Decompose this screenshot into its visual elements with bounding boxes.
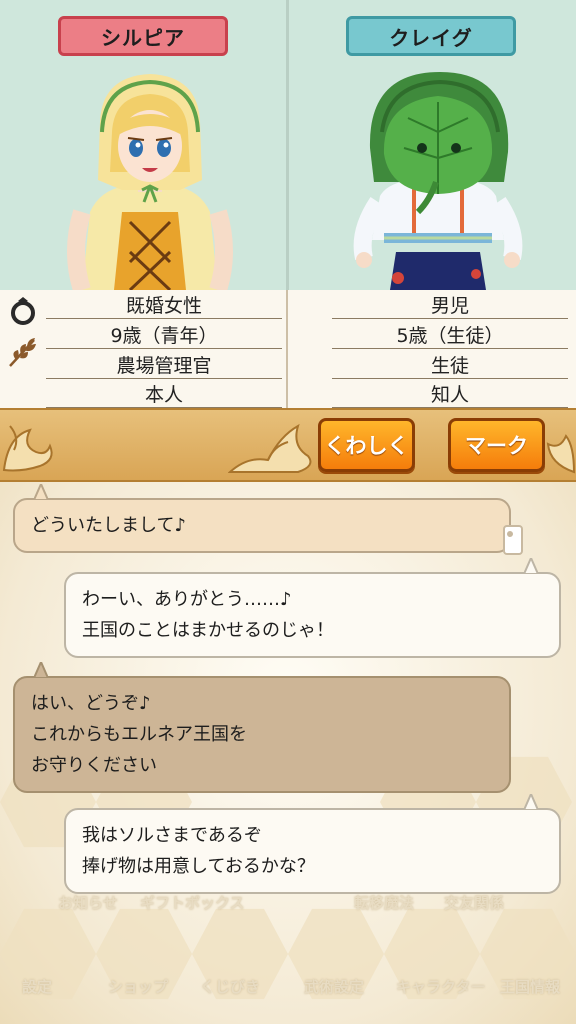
leaf-icon xyxy=(9,338,36,367)
mark-button[interactable]: マーク xyxy=(448,418,545,472)
chat-line: 王国のことはまかせるのじゃ！ xyxy=(82,620,334,641)
left-character-portrait xyxy=(67,74,233,290)
character-info-table: 既婚女性 9歳（青年） 農場管理官 本人 男児 5歳（生徒） 生徒 知人 xyxy=(0,290,576,408)
ornament-left xyxy=(2,425,53,472)
menu-character-label[interactable]: キャラクター xyxy=(396,976,485,997)
chat-line: 我はソルさまであるぞ xyxy=(82,825,262,846)
menu-settings-label[interactable]: 設定 xyxy=(22,976,52,997)
info-divider xyxy=(286,290,288,408)
chat-line: これからもエルネア王国を xyxy=(31,724,247,745)
right-age: 5歳（生徒） xyxy=(332,320,568,349)
bubble-tail-1 xyxy=(34,484,48,500)
chat-bubble-4: 我はソルさまであるぞ 捧げ物は用意しておるかな？ xyxy=(64,808,561,894)
right-character-portrait xyxy=(353,72,523,290)
bookmark-icon[interactable] xyxy=(498,522,528,558)
chat-area[interactable]: お知らせ ギフトボックス 転移魔法 交友関係 設定 ショップ くじびき 武術設定… xyxy=(0,482,576,1024)
menu-shop-label[interactable]: ショップ xyxy=(108,976,168,997)
panel-divider xyxy=(286,0,289,290)
chat-line: はい、どうぞ♪ xyxy=(31,693,151,714)
menu-kingdom-label[interactable]: 王国情報 xyxy=(500,976,560,997)
chat-line: わーい、ありがとう……♪ xyxy=(82,589,292,610)
ornament-right xyxy=(546,434,576,474)
left-marital-status: 既婚女性 xyxy=(46,290,282,319)
menu-warp-label[interactable]: 転移魔法 xyxy=(354,892,414,913)
menu-giftbox-label[interactable]: ギフトボックス xyxy=(140,892,245,913)
character-panels: シルピア クレイグ xyxy=(0,0,576,290)
right-marital-status: 男児 xyxy=(332,290,568,319)
left-relation: 本人 xyxy=(46,379,282,408)
menu-martial-label[interactable]: 武術設定 xyxy=(304,976,364,997)
right-job: 生徒 xyxy=(332,350,568,379)
menu-news-label[interactable]: お知らせ xyxy=(58,892,118,913)
chat-line: どういたしまして♪ xyxy=(31,515,186,536)
left-age: 9歳（青年） xyxy=(46,320,282,349)
chat-bubble-1: どういたしまして♪ xyxy=(13,498,511,553)
right-character-name: クレイグ xyxy=(346,16,516,56)
bubble-tail-4 xyxy=(524,794,538,810)
chat-line: お守りください xyxy=(31,755,157,776)
left-job: 農場管理官 xyxy=(46,350,282,379)
bubble-tail-3 xyxy=(34,662,48,678)
chat-line: 捧げ物は用意しておるかな？ xyxy=(82,856,315,877)
right-relation: 知人 xyxy=(332,379,568,408)
details-button[interactable]: くわしく xyxy=(318,418,415,472)
chat-bubble-3: はい、どうぞ♪ これからもエルネア王国を お守りください xyxy=(13,676,511,793)
menu-lottery-label[interactable]: くじびき xyxy=(200,976,260,997)
left-character-name: シルピア xyxy=(58,16,228,56)
bubble-tail-2 xyxy=(524,558,538,574)
ornament-center xyxy=(228,423,312,473)
chat-bubble-2: わーい、ありがとう……♪ 王国のことはまかせるのじゃ！ xyxy=(64,572,561,658)
menu-friends-label[interactable]: 交友関係 xyxy=(444,892,504,913)
ring-icon xyxy=(11,297,35,325)
